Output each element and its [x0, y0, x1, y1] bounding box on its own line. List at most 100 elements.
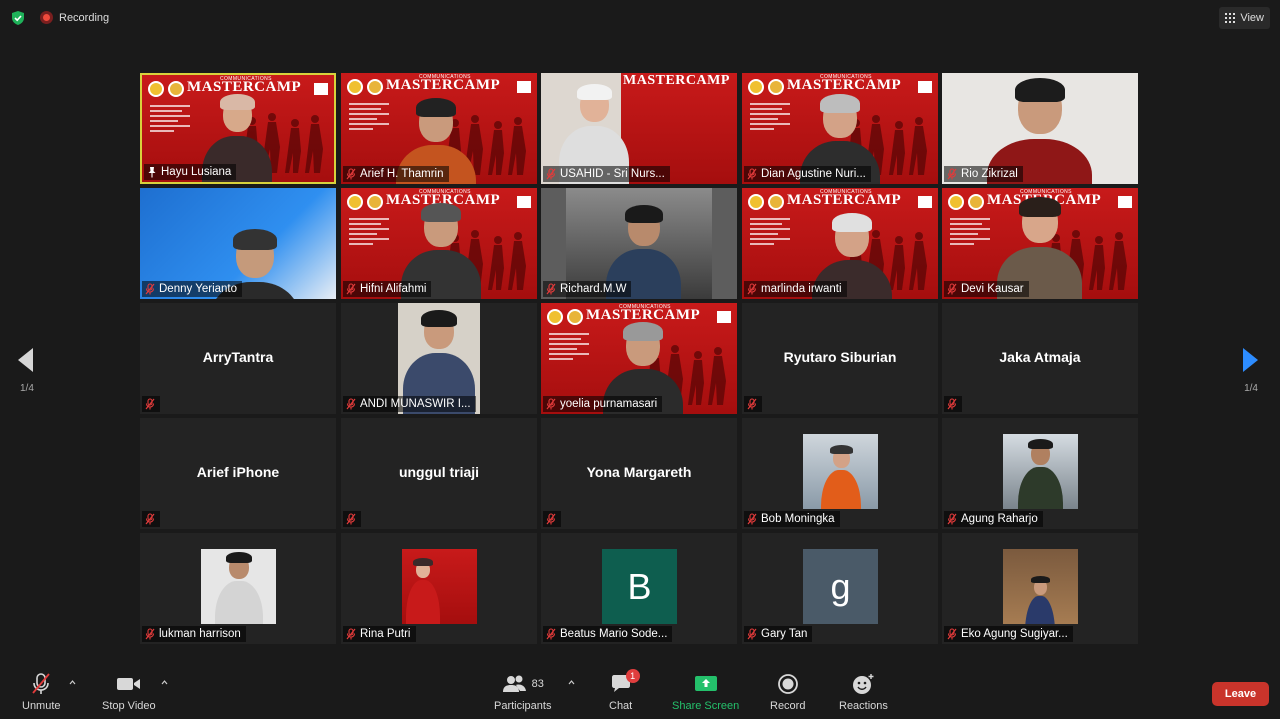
participant-tile[interactable]: Bob Moningka — [742, 418, 938, 529]
muted-mic-icon — [747, 513, 757, 525]
muted-mic-icon — [747, 398, 757, 410]
participant-tile[interactable]: Arief iPhone — [140, 418, 336, 529]
banner-title: MASTERCAMP — [787, 77, 902, 93]
audio-options-caret-icon[interactable] — [69, 679, 76, 686]
top-bar: Recording View — [0, 0, 1280, 36]
muted-mic-icon — [546, 628, 556, 640]
muted-mic-icon — [947, 283, 957, 295]
participant-name-label: lukman harrison — [142, 626, 246, 642]
leave-button[interactable]: Leave — [1212, 682, 1269, 706]
participant-tile[interactable]: g Gary Tan — [742, 533, 938, 644]
recording-indicator[interactable]: Recording — [40, 11, 109, 24]
next-page-arrow-icon[interactable] — [1243, 348, 1258, 372]
banner-title: MASTERCAMP — [787, 192, 902, 208]
participants-label: Participants — [494, 700, 552, 712]
participant-name: yoelia purnamasari — [560, 398, 658, 410]
muted-mic-icon — [947, 513, 957, 525]
participant-tile[interactable]: ANDI MUNASWIR I... — [341, 303, 537, 414]
shield-icon[interactable] — [10, 10, 26, 26]
participant-tile[interactable]: B Beatus Mario Sode... — [541, 533, 737, 644]
chat-button[interactable]: 1 Chat — [609, 669, 640, 712]
muted-mic-icon — [346, 628, 356, 640]
participant-tile[interactable]: COMMUNICATIONS MASTERCAMP marlinda irwanti — [742, 188, 938, 299]
previous-page-arrow-icon[interactable] — [18, 348, 33, 372]
participants-button[interactable]: 83 Participants — [494, 672, 551, 712]
participant-name-label: ANDI MUNASWIR I... — [343, 396, 476, 412]
muted-mic-icon — [546, 398, 556, 410]
participant-name: Rio Zikrizal — [961, 168, 1018, 180]
pin-icon — [148, 167, 156, 178]
participant-tile[interactable]: COMMUNICATIONS MASTERCAMP Hifni Alifahmi — [341, 188, 537, 299]
muted-mic-icon — [145, 513, 155, 525]
muted-mic-icon — [947, 168, 957, 180]
participant-tile[interactable]: COMMUNICATIONS MASTERCAMP Hayu Lusiana — [140, 73, 336, 184]
participant-name-label: Rina Putri — [343, 626, 416, 642]
participant-tile[interactable]: Jaka Atmaja — [942, 303, 1138, 414]
participant-name-label: marlinda irwanti — [744, 281, 847, 297]
participant-name: Beatus Mario Sode... — [560, 628, 668, 640]
share-screen-button[interactable]: Share Screen — [672, 672, 739, 712]
participants-count: 83 — [531, 678, 544, 690]
muted-mic-icon — [346, 168, 356, 180]
participant-display-name: Jaka Atmaja — [999, 349, 1081, 365]
record-icon — [777, 674, 798, 694]
avatar: B — [602, 549, 677, 624]
participant-name: ANDI MUNASWIR I... — [360, 398, 471, 410]
participant-display-name: Ryutaro Siburian — [783, 349, 897, 365]
participant-name: USAHID - Sri Nurs... — [560, 168, 665, 180]
participant-name-label — [142, 396, 160, 412]
participant-tile[interactable]: MASTERCAMP USAHID - Sri Nurs... — [541, 73, 737, 184]
participant-name: Devi Kausar — [961, 283, 1024, 295]
muted-mic-icon — [346, 283, 356, 295]
participant-tile[interactable]: Agung Raharjo — [942, 418, 1138, 529]
participant-tile[interactable]: Rina Putri — [341, 533, 537, 644]
participant-tile[interactable]: COMMUNICATIONSMASTERCAMPDevi Kausar — [942, 188, 1138, 299]
recording-label: Recording — [59, 11, 110, 24]
meeting-toolbar: Unmute Stop Video 83 Participants 1 Chat… — [0, 664, 1280, 719]
reactions-button[interactable]: Reactions — [839, 672, 888, 712]
participant-name-label: Richard.M.W — [543, 281, 632, 297]
participant-name-label: Rio Zikrizal — [944, 166, 1023, 182]
participants-icon — [502, 675, 526, 692]
participant-name-label: Agung Raharjo — [944, 511, 1043, 527]
participant-name-label: Gary Tan — [744, 626, 813, 642]
record-button[interactable]: Record — [770, 672, 805, 712]
participant-name: Dian Agustine Nuri... — [761, 168, 866, 180]
unmute-button[interactable]: Unmute — [22, 672, 61, 712]
participant-name-label: Dian Agustine Nuri... — [744, 166, 871, 182]
participant-tile[interactable]: COMMUNICATIONS MASTERCAMP yoelia purnamasa… — [541, 303, 737, 414]
page-indicator-right: 1/4 — [1244, 383, 1258, 394]
participant-tile[interactable]: Denny Yerianto — [140, 188, 336, 299]
reactions-label: Reactions — [839, 700, 888, 712]
participant-tile[interactable]: COMMUNICATIONS MASTERCAMP Dian Agustine Nu… — [742, 73, 938, 184]
muted-mic-icon — [546, 283, 556, 295]
participant-tile[interactable]: Richard.M.W — [541, 188, 737, 299]
participant-tile[interactable]: lukman harrison — [140, 533, 336, 644]
participant-name-label: yoelia purnamasari — [543, 396, 663, 412]
participant-tile[interactable]: Yona Margareth — [541, 418, 737, 529]
muted-mic-icon — [747, 168, 757, 180]
participant-name-label — [543, 511, 561, 527]
participant-tile[interactable]: ArryTantra — [140, 303, 336, 414]
participant-display-name: unggul triaji — [398, 464, 480, 480]
video-camera-icon — [116, 678, 140, 690]
participant-tile[interactable]: unggul triaji — [341, 418, 537, 529]
video-options-caret-icon[interactable] — [161, 679, 168, 686]
view-button[interactable]: View — [1219, 7, 1270, 29]
participant-name: Rina Putri — [360, 628, 411, 640]
participant-tile[interactable]: COMMUNICATIONS MASTERCAMP Arief H. Thamrin — [341, 73, 537, 184]
participants-options-caret-icon[interactable] — [568, 679, 575, 686]
stop-video-label: Stop Video — [102, 700, 156, 712]
participant-tile[interactable]: Ryutaro Siburian — [742, 303, 938, 414]
participant-name: marlinda irwanti — [761, 283, 842, 295]
muted-mic-icon — [947, 628, 957, 640]
participant-name-label: Eko Agung Sugiyar... — [944, 626, 1073, 642]
participant-tile[interactable]: Eko Agung Sugiyar... — [942, 533, 1138, 644]
stop-video-button[interactable]: Stop Video — [102, 672, 156, 712]
participant-name-label — [343, 511, 361, 527]
participant-tile[interactable]: Rio Zikrizal — [942, 73, 1138, 184]
reactions-smiley-icon — [853, 674, 874, 694]
participant-name-label: Hayu Lusiana — [144, 164, 237, 180]
muted-mic-icon — [546, 168, 556, 180]
share-screen-icon — [694, 676, 717, 691]
